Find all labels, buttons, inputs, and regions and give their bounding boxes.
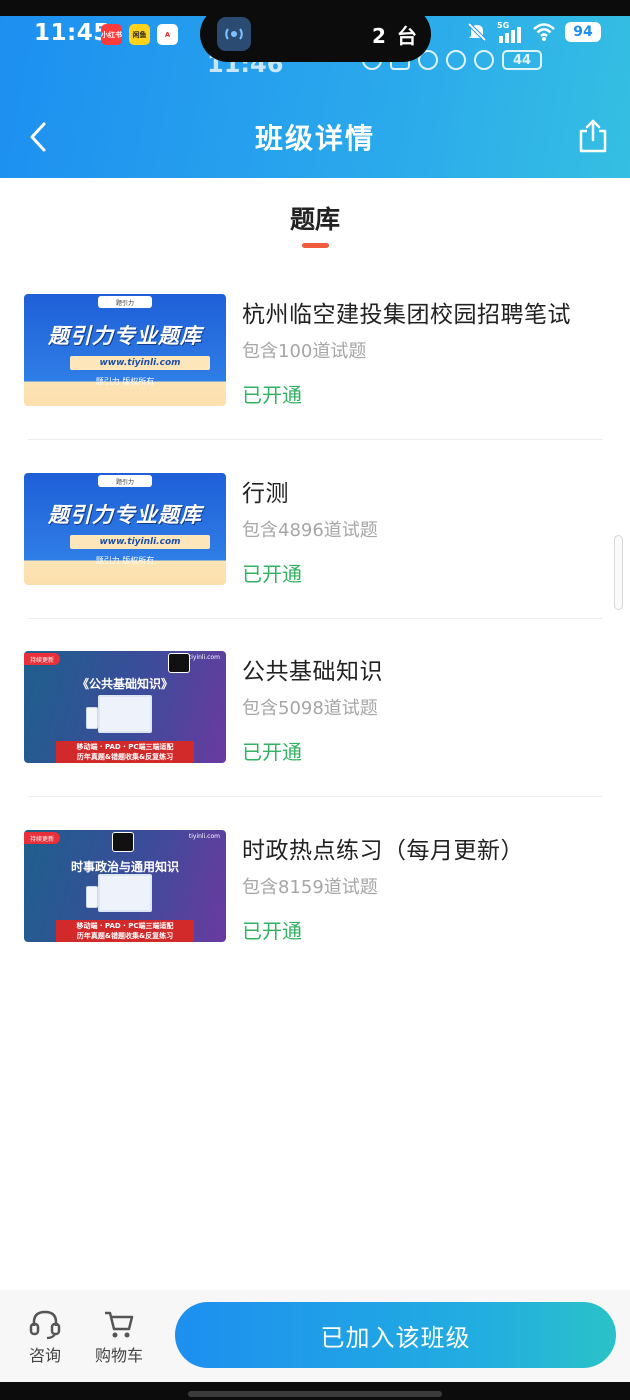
bank-thumbnail: 题引力 题引力专业题库 www.tiyinli.com 题引力 版权所有	[24, 473, 226, 585]
question-bank-item[interactable]: 持续更新 tiyinli.com 《公共基础知识》 移动端 · PAD · PC…	[0, 636, 630, 814]
bank-status: 已开通	[242, 383, 302, 407]
thumbnail-copyright: 题引力 版权所有	[95, 556, 155, 565]
ghost-battery: 44	[502, 50, 542, 70]
thumbnail-headline: 题引力专业题库	[48, 324, 202, 348]
status-app-icons: 小红书 闲鱼 A	[101, 24, 178, 45]
bank-title: 时政热点练习（每月更新）	[242, 838, 524, 864]
app-notification-icon: A	[157, 24, 178, 45]
bank-question-count: 包含4896道试题	[242, 520, 378, 541]
nfc-signal-icon	[217, 17, 251, 51]
divider	[28, 796, 602, 797]
bank-question-count: 包含100道试题	[242, 341, 367, 362]
status-time: 11:45	[34, 20, 110, 46]
tab-active-indicator	[302, 243, 329, 248]
cart-label: 购物车	[94, 1346, 143, 1365]
shopping-cart-icon	[105, 1311, 134, 1338]
thumbnail-url: www.tiyinli.com	[70, 356, 210, 370]
tablet-illustration	[86, 886, 98, 908]
mute-icon	[446, 50, 466, 70]
wifi-icon	[533, 23, 555, 41]
joined-class-button[interactable]: 已加入该班级	[175, 1302, 616, 1368]
feature-line: 历年真题&错题收集&反复练习	[76, 753, 174, 761]
battery-level: 94	[565, 22, 601, 42]
update-badge: 持续更新	[24, 832, 61, 844]
divider	[28, 618, 602, 619]
question-bank-item[interactable]: 题引力 题引力专业题库 www.tiyinli.com 题引力 版权所有 杭州临…	[0, 279, 630, 457]
headset-icon	[29, 1310, 61, 1340]
thumbnail-copyright: 题引力 版权所有	[95, 377, 155, 386]
bank-status: 已开通	[242, 740, 302, 764]
thumbnail-headline: 题引力专业题库	[48, 503, 202, 527]
feature-banner: 移动端 · PAD · PC端三端适配 历年真题&错题收集&反复练习	[56, 920, 194, 942]
bank-thumbnail: 题引力 题引力专业题库 www.tiyinli.com 题引力 版权所有	[24, 294, 226, 406]
status-right-icons: 5G 94	[466, 20, 601, 44]
svg-text:5G: 5G	[497, 21, 509, 30]
bank-question-count: 包含8159道试题	[242, 877, 378, 898]
feature-line: 移动端 · PAD · PC端三端适配	[76, 922, 174, 930]
thumbnail-course: 时事政治与通用知识	[70, 860, 179, 874]
bank-thumbnail: 持续更新 tiyinli.com 时事政治与通用知识 移动端 · PAD · P…	[24, 830, 226, 942]
bank-status: 已开通	[242, 562, 302, 586]
island-device-count: 2 台	[372, 24, 419, 48]
bottom-action-bar: 咨询 购物车 已加入该班级	[0, 1290, 630, 1382]
update-badge: 持续更新	[24, 653, 61, 665]
tab-question-bank[interactable]: 题库	[0, 200, 630, 236]
brand-logo	[168, 653, 190, 673]
brand-logo: 题引力	[98, 296, 152, 308]
mute-icon	[467, 22, 487, 42]
question-bank-item[interactable]: 题引力 题引力专业题库 www.tiyinli.com 题引力 版权所有 行测 …	[0, 458, 630, 636]
feature-banner: 移动端 · PAD · PC端三端适配 历年真题&错题收集&反复练习	[56, 741, 194, 763]
page-title: 班级详情	[254, 122, 375, 155]
wifi-icon	[474, 50, 494, 70]
app-notification-icon: 闲鱼	[129, 24, 150, 45]
thumbnail-site: tiyinli.com	[188, 833, 220, 840]
signal-5g-icon: 5G	[497, 21, 521, 43]
app-notification-icon: 小红书	[101, 24, 122, 45]
bank-status: 已开通	[242, 919, 302, 943]
scrollbar[interactable]	[614, 535, 623, 610]
bank-thumbnail: 持续更新 tiyinli.com 《公共基础知识》 移动端 · PAD · PC…	[24, 651, 226, 763]
bank-title: 杭州临空建投集团校园招聘笔试	[242, 302, 571, 328]
consult-label: 咨询	[28, 1346, 61, 1365]
feature-line: 移动端 · PAD · PC端三端适配	[76, 743, 174, 751]
tablet-illustration	[86, 707, 98, 729]
brand-logo	[112, 832, 134, 852]
feature-line: 历年真题&错题收集&反复练习	[76, 932, 174, 940]
bank-title: 公共基础知识	[242, 659, 383, 685]
thumbnail-site: tiyinli.com	[188, 654, 220, 661]
dynamic-island[interactable]: 2 台	[200, 6, 431, 62]
header: 11:45 小红书 闲鱼 A 11:46 44 2 台 5G 94 班级详情	[0, 0, 630, 178]
thumbnail-course: 《公共基础知识》	[76, 677, 173, 691]
screen-illustration	[98, 874, 152, 912]
consult-button[interactable]: 咨询	[15, 1308, 75, 1366]
question-bank-item[interactable]: 持续更新 tiyinli.com 时事政治与通用知识 移动端 · PAD · P…	[0, 815, 630, 993]
home-indicator[interactable]	[188, 1391, 442, 1397]
divider	[28, 439, 602, 440]
brand-logo: 题引力	[98, 475, 152, 487]
bank-question-count: 包含5098道试题	[242, 698, 378, 719]
share-icon[interactable]	[578, 118, 608, 154]
screen-illustration	[98, 695, 152, 733]
thumbnail-url: www.tiyinli.com	[70, 535, 210, 549]
cart-button[interactable]: 购物车	[89, 1308, 149, 1366]
bank-title: 行测	[242, 481, 289, 507]
